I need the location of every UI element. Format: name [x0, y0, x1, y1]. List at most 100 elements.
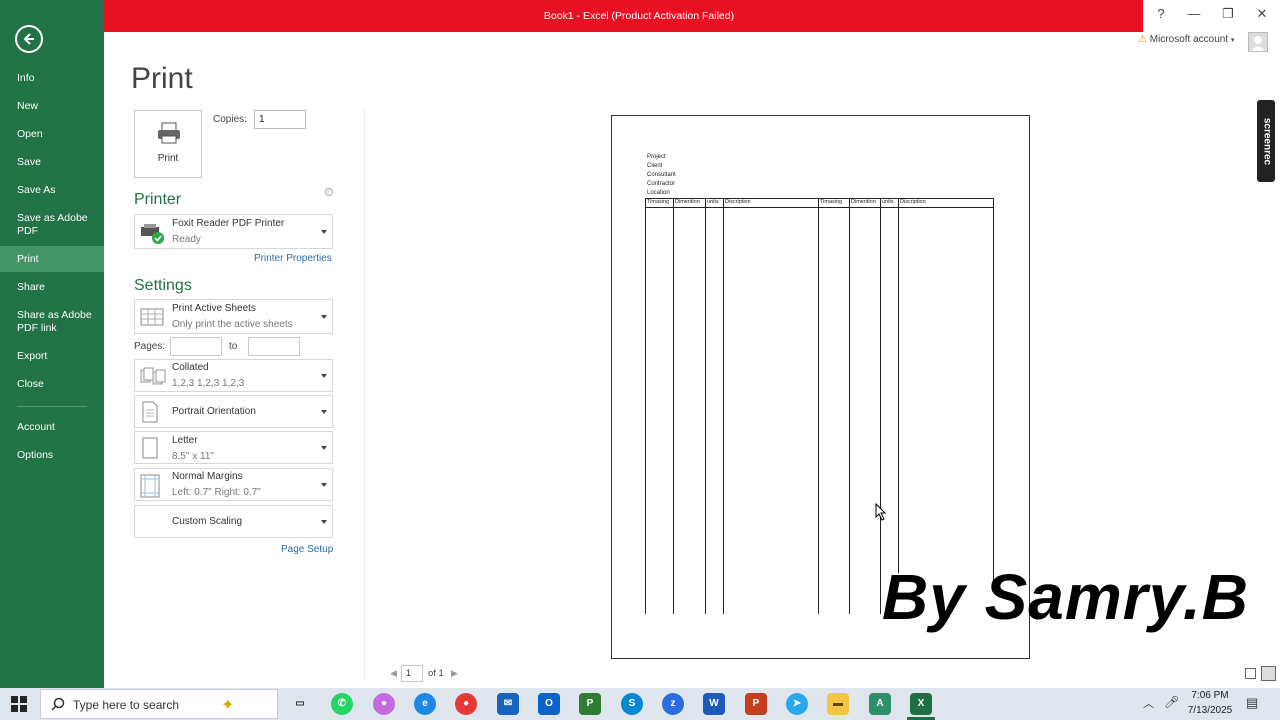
nav-item-info[interactable]: Info [0, 72, 104, 85]
paper-sub: 8.5" x 11" [172, 451, 214, 462]
copilot-sparkle-icon[interactable]: ✦ [221, 695, 234, 715]
copies-input[interactable]: 1 [254, 110, 306, 129]
microphone-icon[interactable]: 🎤︎ [1164, 695, 1179, 709]
column-line [673, 198, 674, 614]
nav-item-save[interactable]: Save [0, 156, 104, 169]
nav-item-share-adobe-link[interactable]: Share as Adobe PDF link [0, 309, 104, 335]
nav-item-options[interactable]: Options [0, 449, 104, 462]
zoom-to-page-icon[interactable] [1261, 666, 1276, 681]
print-what-sub: Only print the active sheets [172, 319, 293, 330]
collation-sub: 1,2,3 1,2,3 1,2,3 [172, 378, 245, 389]
info-icon[interactable]: i [325, 188, 333, 196]
edge-icon[interactable]: e [414, 693, 436, 715]
chevron-down-icon: ▾ [1230, 37, 1235, 44]
page-number-input[interactable]: 1 [401, 665, 423, 682]
column-header: units [707, 199, 719, 205]
column-header: Discription [900, 199, 926, 205]
pages-to-input[interactable] [248, 337, 300, 356]
chevron-up-icon[interactable]: ︿ [1143, 695, 1154, 711]
skype-icon[interactable]: S [621, 693, 643, 715]
column-header: units [882, 199, 894, 205]
nav-item-save-as[interactable]: Save As [0, 184, 104, 197]
column-header: Dimention [675, 199, 700, 205]
column-line [849, 198, 850, 614]
margins-sub: Left: 0.7" Right: 0.7" [172, 487, 261, 498]
mail-icon[interactable]: ✉ [497, 693, 519, 715]
nav-item-new[interactable]: New [0, 100, 104, 113]
column-header: Dimention [851, 199, 876, 205]
account-label: Microsoft account [1149, 34, 1229, 45]
account-menu[interactable]: ⚠ Microsoft account ▾ [1138, 34, 1234, 45]
printer-heading: Printer [134, 191, 182, 208]
recorder-label: screenrec [1261, 117, 1273, 166]
nav-item-account[interactable]: Account [0, 421, 104, 434]
orientation-select[interactable]: Portrait Orientation [134, 395, 333, 428]
nav-item-print[interactable]: Print [0, 246, 104, 272]
task-view-icon[interactable]: ▭ [289, 693, 311, 715]
header-rule [645, 207, 994, 208]
window-controls: ? — ❐ ✕ [1143, 0, 1280, 32]
column-header: Timasing [820, 199, 843, 205]
telegram-icon[interactable]: ➤ [786, 693, 808, 715]
column-line [645, 198, 646, 614]
file-explorer-icon[interactable]: ▬ [827, 693, 849, 715]
scaling-title: Custom Scaling [172, 516, 243, 527]
page-setup-link[interactable]: Page Setup [281, 544, 333, 555]
nav-item-save-as-adobe-pdf[interactable]: Save as Adobe PDF [0, 212, 100, 238]
printer-properties-link[interactable]: Printer Properties [254, 253, 332, 264]
minimize-icon[interactable]: — [1184, 6, 1204, 21]
nav-item-export[interactable]: Export [0, 350, 104, 363]
taskbar-time[interactable]: 7:06 PM [1187, 690, 1233, 701]
chrome-icon[interactable]: ● [455, 693, 477, 715]
copilot-icon[interactable]: ● [373, 693, 395, 715]
orientation-title: Portrait Orientation [172, 406, 256, 417]
notifications-icon[interactable]: ▤ [1246, 695, 1258, 711]
chevron-down-icon [321, 446, 327, 450]
project-icon[interactable]: P [579, 693, 601, 715]
search-placeholder: Type here to search [73, 698, 180, 712]
back-arrow-icon[interactable] [15, 25, 43, 53]
printer-select[interactable]: Foxit Reader PDF Printer Ready [134, 214, 333, 249]
chevron-down-icon [321, 230, 327, 234]
outlook-icon[interactable]: O [538, 693, 560, 715]
pages-to-label: to [229, 341, 238, 352]
access-icon[interactable]: A [869, 693, 891, 715]
column-line [880, 198, 881, 614]
excel-icon[interactable]: X [910, 693, 932, 715]
paper-size-select[interactable]: Letter 8.5" x 11" [134, 431, 333, 464]
whatsapp-icon[interactable]: ✆ [331, 693, 353, 715]
meta-consultant: Consultant [647, 172, 676, 178]
show-margins-icon[interactable] [1245, 668, 1256, 679]
screen-recorder-badge: screenrec [1257, 100, 1275, 182]
taskbar-date[interactable]: 7/13/2025 [1183, 705, 1237, 716]
previous-page-icon[interactable]: ◀ [390, 668, 397, 679]
print-button[interactable]: Print [134, 110, 202, 178]
print-what-select[interactable]: Print Active Sheets Only print the activ… [134, 299, 333, 334]
chevron-down-icon [321, 315, 327, 319]
column-line [818, 198, 819, 614]
collated-icon [140, 367, 166, 385]
window-title: Book1 - Excel (Product Activation Failed… [543, 10, 735, 22]
pages-from-input[interactable] [170, 337, 222, 356]
scaling-select[interactable]: Custom Scaling [134, 505, 333, 538]
backstage-nav: Info New Open Save Save As Save as Adobe… [0, 0, 104, 688]
taskbar: Type here to search ✦ ▭ ✆ ● e ● ✉ O P S … [0, 688, 1280, 720]
avatar[interactable] [1248, 32, 1268, 52]
word-icon[interactable]: W [703, 693, 725, 715]
nav-item-share[interactable]: Share [0, 281, 104, 294]
zoom-icon[interactable]: z [662, 693, 684, 715]
next-page-icon[interactable]: ▶ [451, 668, 458, 679]
close-icon[interactable]: ✕ [1252, 6, 1272, 22]
taskbar-search[interactable]: Type here to search ✦ [40, 689, 278, 719]
nav-item-close[interactable]: Close [0, 378, 104, 391]
print-button-label: Print [157, 153, 179, 164]
margins-select[interactable]: Normal Margins Left: 0.7" Right: 0.7" [134, 468, 333, 501]
windows-start-icon[interactable] [11, 696, 27, 712]
collation-select[interactable]: Collated 1,2,3 1,2,3 1,2,3 [134, 359, 333, 392]
column-line [705, 198, 706, 614]
powerpoint-icon[interactable]: P [745, 693, 767, 715]
help-icon[interactable]: ? [1151, 6, 1171, 21]
column-line [898, 198, 899, 573]
nav-item-open[interactable]: Open [0, 128, 104, 141]
restore-icon[interactable]: ❐ [1218, 6, 1238, 22]
